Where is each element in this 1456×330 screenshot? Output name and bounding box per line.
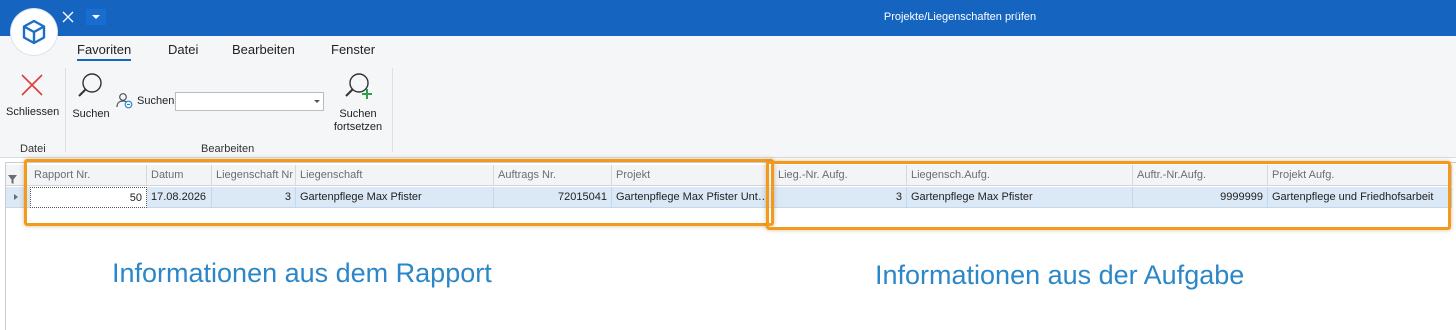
search-continue-label-1: Suchen: [339, 108, 377, 120]
search-combo-value: [176, 97, 179, 109]
search-combo-label: Suchen: [137, 95, 175, 107]
highlight-rapport: [24, 159, 774, 226]
ribbon-tab-bar: Favoriten Datei Bearbeiten Fenster: [0, 36, 1456, 64]
row-indicator-icon: [14, 194, 18, 200]
group-label-bearbeiten: Bearbeiten: [201, 143, 255, 155]
tab-fenster[interactable]: Fenster: [331, 42, 375, 57]
group-separator: [65, 68, 66, 152]
cube-logo-icon[interactable]: [11, 9, 57, 55]
close-button-label: Schliessen: [6, 106, 60, 118]
search-plus-icon: [345, 73, 372, 99]
chevron-down-icon[interactable]: [86, 9, 106, 25]
chevron-down-icon[interactable]: [314, 100, 320, 103]
tab-favoriten[interactable]: Favoriten: [77, 42, 132, 61]
search-icon: [78, 73, 102, 97]
search-button[interactable]: Suchen: [70, 72, 112, 121]
user-search-icon: [116, 93, 133, 109]
highlight-aufgabe: [766, 161, 1451, 230]
close-icon[interactable]: [60, 9, 76, 25]
annotation-aufgabe: Informationen aus der Aufgabe: [875, 260, 1245, 290]
search-button-label: Suchen: [72, 108, 110, 120]
window-title: Projekte/Liegenschaften prüfen: [883, 11, 1037, 23]
group-separator: [392, 68, 393, 152]
close-red-icon: [21, 74, 43, 96]
close-button[interactable]: Schliessen: [6, 72, 60, 119]
ribbon: Schliessen Datei Suchen Suchen Suchen fo…: [0, 64, 1456, 158]
search-continue-label-2: fortsetzen: [333, 121, 383, 133]
title-bar: Projekte/Liegenschaften prüfen: [0, 0, 1456, 36]
tab-bearbeiten[interactable]: Bearbeiten: [232, 42, 295, 57]
group-label-datei: Datei: [20, 143, 46, 155]
search-combo[interactable]: [175, 92, 324, 111]
annotation-rapport: Informationen aus dem Rapport: [112, 258, 492, 288]
tab-datei[interactable]: Datei: [168, 42, 198, 57]
search-continue-button[interactable]: Suchen fortsetzen: [330, 72, 386, 134]
